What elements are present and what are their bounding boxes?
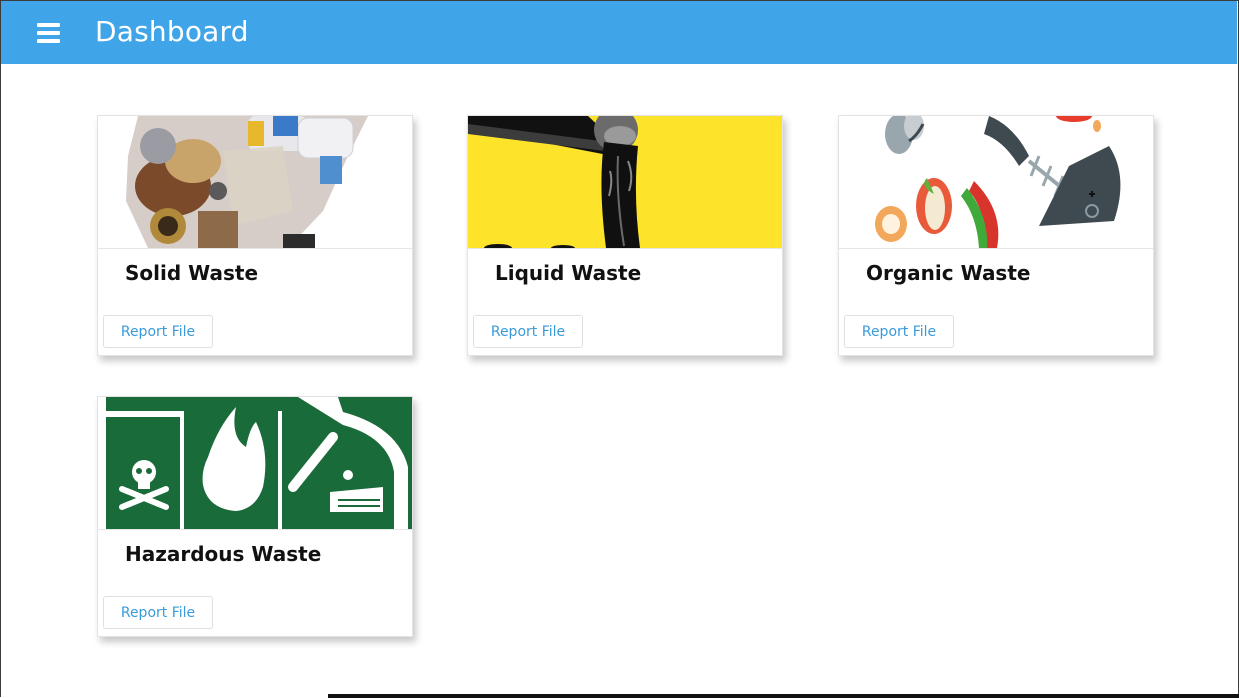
card-solid-waste: Solid Waste Report File xyxy=(97,115,413,356)
report-file-button[interactable]: Report File xyxy=(844,315,954,348)
card-title: Solid Waste xyxy=(125,261,259,285)
report-file-button[interactable]: Report File xyxy=(103,596,213,629)
report-file-button[interactable]: Report File xyxy=(103,315,213,348)
card-liquid-waste: Liquid Waste Report File xyxy=(467,115,783,356)
card-title: Organic Waste xyxy=(866,261,1031,285)
taskbar-edge xyxy=(328,694,1239,698)
card-title: Liquid Waste xyxy=(495,261,642,285)
menu-icon[interactable] xyxy=(37,23,61,43)
report-file-button[interactable]: Report File xyxy=(473,315,583,348)
hazardous-waste-image xyxy=(98,397,412,530)
card-organic-waste: Organic Waste Report File xyxy=(838,115,1154,356)
card-title: Hazardous Waste xyxy=(125,542,322,566)
liquid-waste-image xyxy=(468,116,782,249)
card-hazardous-waste: Hazardous Waste Report File xyxy=(97,396,413,637)
app-bar: Dashboard xyxy=(1,1,1237,64)
solid-waste-image xyxy=(98,116,412,249)
page-title: Dashboard xyxy=(95,15,249,48)
organic-waste-image xyxy=(839,116,1153,249)
